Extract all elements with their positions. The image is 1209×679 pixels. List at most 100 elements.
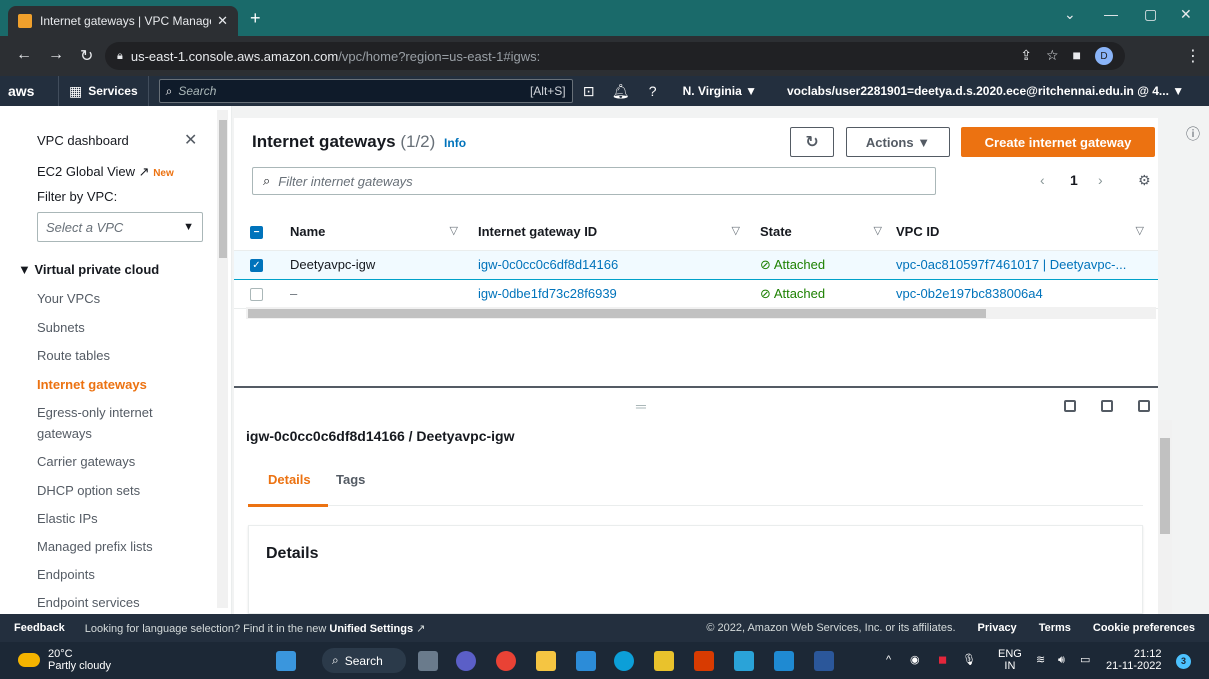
- vpc-id-link[interactable]: vpc-0ac810597f7461017 | Deetyavpc-...: [896, 257, 1126, 272]
- address-bar[interactable]: 🔒︎ us-east-1.console.aws.amazon.com/vpc/…: [105, 42, 1125, 70]
- select-all-checkbox[interactable]: −: [250, 226, 263, 240]
- next-page-button[interactable]: ›: [1098, 172, 1103, 188]
- bell-icon[interactable]: 🔔︎: [605, 83, 637, 100]
- microsoft-store-icon[interactable]: [576, 651, 596, 671]
- back-icon[interactable]: ←: [16, 46, 32, 64]
- taskbar-search[interactable]: ⌕ Search: [322, 648, 406, 673]
- previous-page-button[interactable]: ‹: [1040, 172, 1045, 188]
- sort-icon[interactable]: ▽: [450, 224, 458, 237]
- app-tray-icon[interactable]: ◉: [910, 654, 920, 666]
- restore-icon[interactable]: ▢: [1144, 6, 1157, 23]
- info-panel-icon[interactable]: ⓘ: [1186, 124, 1200, 144]
- close-tab-icon[interactable]: ✕: [217, 13, 228, 29]
- windows-start-icon[interactable]: [276, 651, 296, 671]
- cloudshell-icon[interactable]: ⊡: [573, 83, 605, 100]
- page-number[interactable]: 1: [1070, 172, 1078, 188]
- microphone-icon[interactable]: 🎙︎: [962, 654, 976, 666]
- cookie-preferences-link[interactable]: Cookie preferences: [1093, 622, 1195, 634]
- sidebar-item-carrier-gateways[interactable]: Carrier gateways: [37, 454, 135, 469]
- reload-icon[interactable]: ↻: [80, 46, 93, 66]
- task-view-icon[interactable]: [418, 651, 438, 671]
- notification-badge[interactable]: 3: [1176, 654, 1191, 669]
- close-sidebar-icon[interactable]: ✕: [184, 130, 197, 150]
- column-state[interactable]: State: [760, 224, 792, 239]
- sort-icon[interactable]: ▽: [1136, 224, 1144, 237]
- table-row[interactable]: – igw-0dbe1fd73c28f6939 ⊘ Attached vpc-0…: [234, 279, 1158, 309]
- forward-icon[interactable]: →: [48, 46, 64, 64]
- table-row[interactable]: ✓ Deetyavpc-igw igw-0c0cc0c6df8d14166 ⊘ …: [234, 249, 1158, 280]
- vpc-id-link[interactable]: vpc-0b2e197bc838006a4: [896, 286, 1043, 301]
- clock[interactable]: 21:12 21-11-2022: [1106, 648, 1161, 672]
- panel-full-icon[interactable]: [1138, 400, 1150, 412]
- battery-icon[interactable]: ▭: [1080, 654, 1090, 666]
- sort-icon[interactable]: ▽: [874, 224, 882, 237]
- panel-side-icon[interactable]: [1101, 400, 1113, 412]
- chrome-icon[interactable]: [496, 651, 516, 671]
- tab-search-icon[interactable]: ⌄: [1064, 6, 1076, 23]
- sidebar-item-egress-only-line1[interactable]: Egress-only internet: [37, 405, 153, 420]
- bookmark-star-icon[interactable]: ☆: [1046, 47, 1059, 65]
- create-internet-gateway-button[interactable]: Create internet gateway: [961, 127, 1155, 157]
- terms-link[interactable]: Terms: [1039, 622, 1071, 634]
- profile-avatar[interactable]: D: [1095, 47, 1113, 65]
- sidebar-item-endpoint-services[interactable]: Endpoint services: [37, 595, 140, 610]
- sidebar-item-elastic-ips[interactable]: Elastic IPs: [37, 511, 98, 526]
- sort-icon[interactable]: ▽: [732, 224, 740, 237]
- account-menu[interactable]: voclabs/user2281901=deetya.d.s.2020.ece@…: [787, 84, 1184, 98]
- aws-logo[interactable]: aws: [0, 83, 58, 99]
- vscode-icon[interactable]: [774, 651, 794, 671]
- photos-icon[interactable]: [734, 651, 754, 671]
- share-icon[interactable]: ⇪: [1020, 47, 1032, 65]
- tab-details[interactable]: Details: [268, 472, 311, 487]
- sidebar-item-managed-prefix-lists[interactable]: Managed prefix lists: [37, 539, 153, 554]
- file-explorer-icon[interactable]: [536, 651, 556, 671]
- volume-icon[interactable]: 🔊︎: [1058, 654, 1065, 666]
- unified-settings-link[interactable]: Unified Settings: [329, 623, 413, 635]
- sidebar-item-ec2-global-view[interactable]: EC2 Global View ↗ New: [37, 164, 174, 180]
- drag-handle-icon[interactable]: ═: [636, 398, 646, 414]
- language-indicator[interactable]: ENG IN: [998, 648, 1022, 672]
- vpc-select[interactable]: Select a VPC ▼: [37, 212, 203, 242]
- sidebar-item-vpc-dashboard[interactable]: VPC dashboard: [37, 133, 129, 148]
- sidebar-item-endpoints[interactable]: Endpoints: [37, 567, 95, 582]
- sidebar-item-subnets[interactable]: Subnets: [37, 320, 85, 335]
- feedback-link[interactable]: Feedback: [14, 622, 65, 634]
- teams-chat-icon[interactable]: [456, 651, 476, 671]
- office-icon[interactable]: [694, 651, 714, 671]
- sidebar-item-dhcp-option-sets[interactable]: DHCP option sets: [37, 483, 140, 498]
- word-icon[interactable]: [814, 651, 834, 671]
- gateway-id-link[interactable]: igw-0c0cc0c6df8d14166: [478, 257, 618, 272]
- actions-button[interactable]: Actions ▼: [846, 127, 950, 157]
- antivirus-icon[interactable]: ◼: [938, 654, 947, 666]
- aws-search-input[interactable]: ⌕ Search [Alt+S]: [158, 79, 573, 103]
- sidebar-scroll-thumb[interactable]: [219, 120, 227, 258]
- table-scroll-thumb[interactable]: [248, 309, 986, 318]
- minimize-icon[interactable]: —: [1104, 6, 1118, 22]
- sidebar-item-route-tables[interactable]: Route tables: [37, 348, 110, 363]
- settings-gear-icon[interactable]: ⚙: [1138, 172, 1151, 189]
- row-checkbox[interactable]: ✓: [250, 259, 263, 273]
- browser-menu-icon[interactable]: ⋮: [1185, 46, 1201, 66]
- row-checkbox[interactable]: [250, 288, 263, 302]
- side-panel-icon[interactable]: ■: [1073, 47, 1081, 65]
- privacy-link[interactable]: Privacy: [978, 622, 1017, 634]
- browser-tab[interactable]: Internet gateways | VPC Manager ✕: [8, 6, 238, 36]
- section-virtual-private-cloud[interactable]: ▼ Virtual private cloud: [18, 262, 159, 277]
- column-vpc-id[interactable]: VPC ID: [896, 224, 939, 239]
- info-link[interactable]: Info: [444, 136, 466, 150]
- filter-input[interactable]: ⌕ Filter internet gateways: [252, 167, 936, 195]
- window-close-icon[interactable]: ✕: [1180, 6, 1192, 23]
- sticky-notes-icon[interactable]: [654, 651, 674, 671]
- weather-widget[interactable]: 20°C Partly cloudy: [18, 648, 111, 672]
- column-name[interactable]: Name: [290, 224, 325, 239]
- chevron-up-icon[interactable]: ^: [886, 654, 891, 666]
- detail-scroll-thumb[interactable]: [1160, 438, 1170, 534]
- tab-tags[interactable]: Tags: [336, 472, 365, 487]
- sidebar-item-egress-only-line2[interactable]: gateways: [37, 426, 92, 441]
- wifi-icon[interactable]: ≋: [1036, 654, 1045, 666]
- panel-bottom-icon[interactable]: [1064, 400, 1076, 412]
- sidebar-item-your-vpcs[interactable]: Your VPCs: [37, 291, 100, 306]
- new-tab-icon[interactable]: +: [250, 8, 261, 29]
- gateway-id-link[interactable]: igw-0dbe1fd73c28f6939: [478, 286, 617, 301]
- sidebar-item-internet-gateways[interactable]: Internet gateways: [37, 377, 147, 392]
